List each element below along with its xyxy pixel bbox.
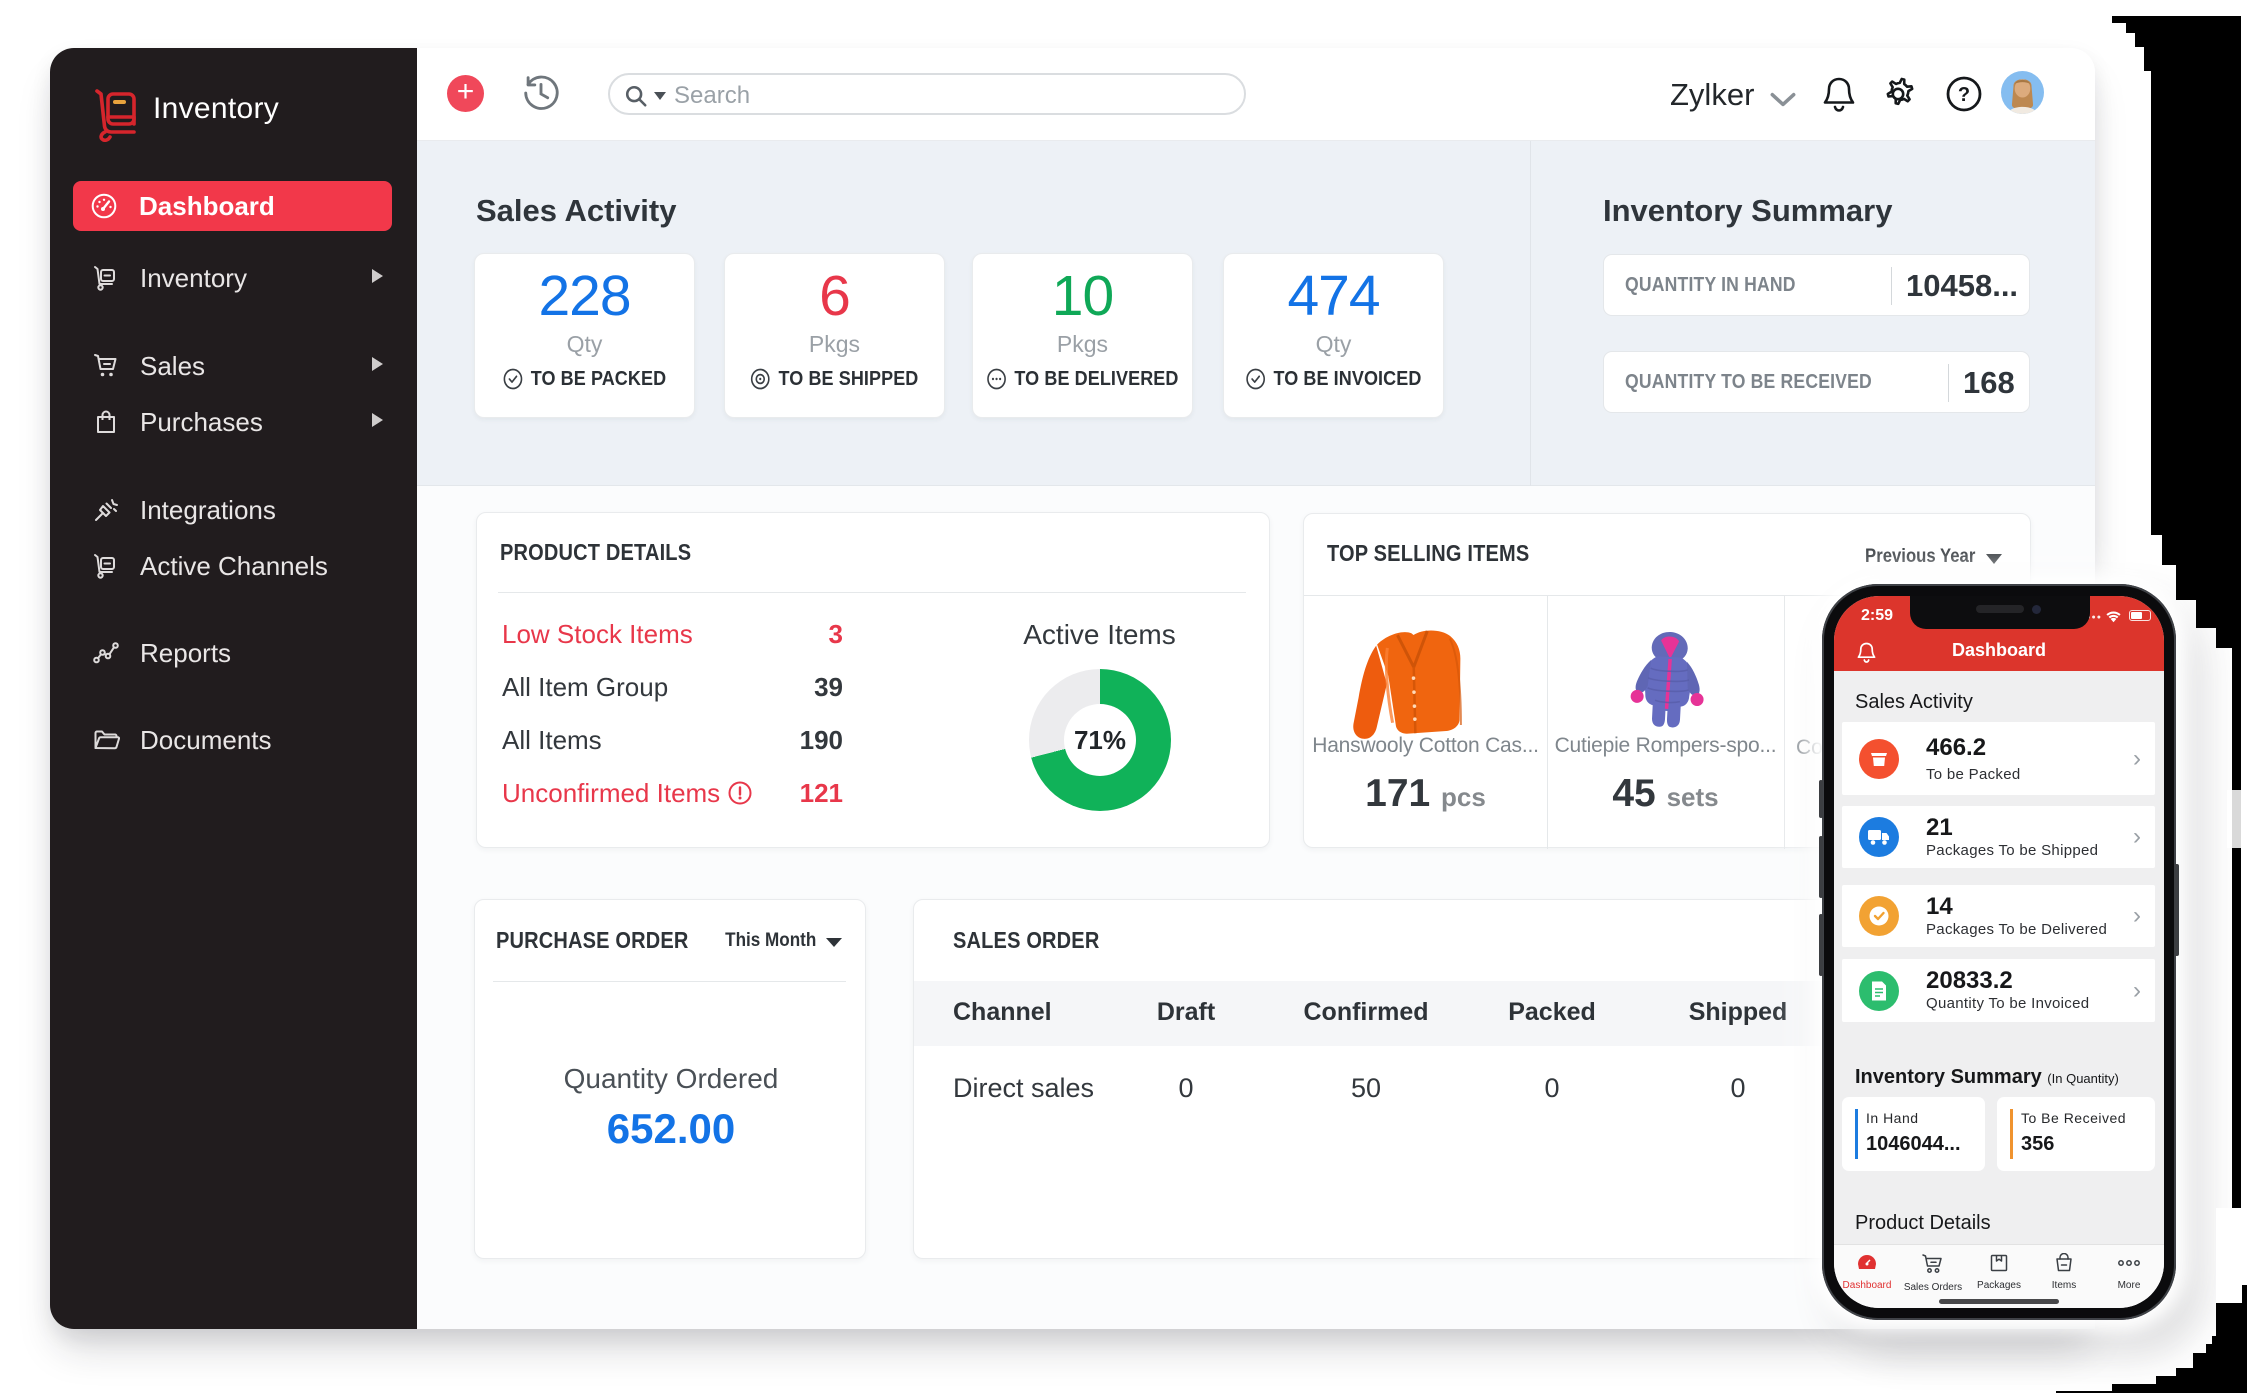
svg-text:?: ?: [1958, 84, 1970, 106]
